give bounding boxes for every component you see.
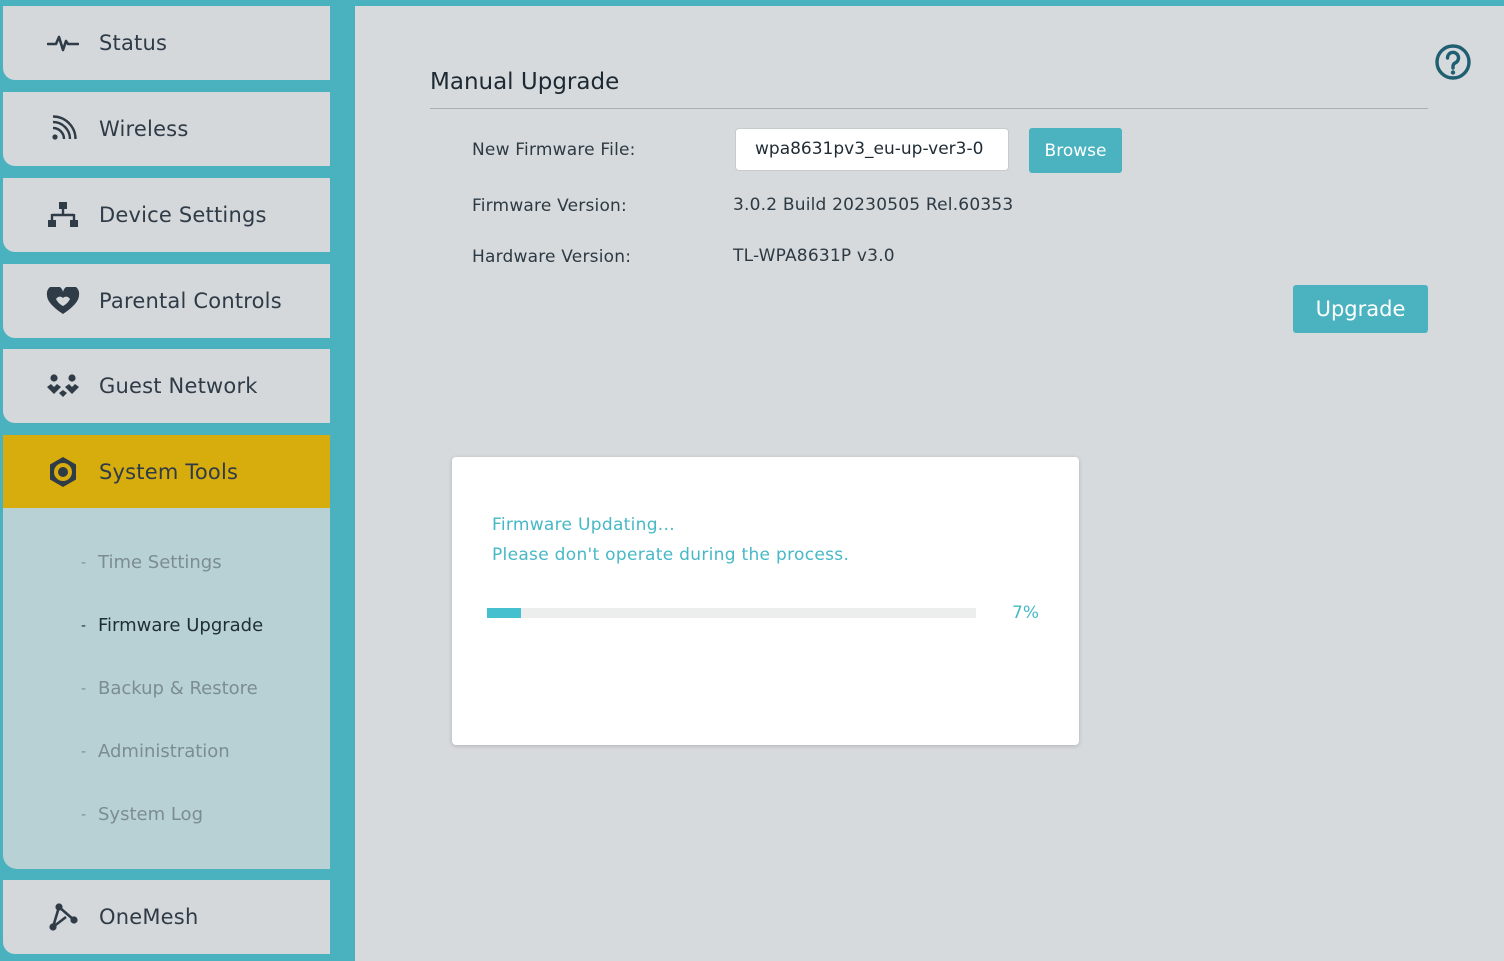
- bullet-dash: -: [81, 554, 87, 571]
- nav-item-status[interactable]: Status: [3, 6, 330, 80]
- progress-percent: 7%: [1012, 603, 1039, 623]
- network-icon: [45, 197, 81, 233]
- nav-item-onemesh[interactable]: OneMesh: [3, 880, 330, 954]
- submenu-item-backup-restore[interactable]: - Backup & Restore: [81, 678, 258, 699]
- nav-item-system-tools[interactable]: System Tools: [3, 435, 330, 509]
- pulse-icon: [45, 25, 81, 61]
- hardware-version-value: TL-WPA8631P v3.0: [733, 246, 895, 266]
- gear-icon: [45, 454, 81, 490]
- submenu-label-time-settings: Time Settings: [98, 552, 222, 573]
- nav-item-device-settings[interactable]: Device Settings: [3, 178, 330, 252]
- bullet-dash: -: [81, 680, 87, 697]
- submenu-label-firmware-upgrade: Firmware Upgrade: [98, 615, 264, 636]
- mesh-icon: [45, 899, 81, 935]
- updating-message: Firmware Updating...: [492, 515, 675, 535]
- sidebar: Status Wireless Device Settings Parental…: [0, 0, 355, 961]
- submenu-item-time-settings[interactable]: - Time Settings: [81, 552, 222, 573]
- nav-label-wireless: Wireless: [99, 117, 189, 141]
- nav-item-wireless[interactable]: Wireless: [3, 92, 330, 166]
- progress-bar: [487, 608, 976, 618]
- nav-item-guest-network[interactable]: Guest Network: [3, 349, 330, 423]
- system-tools-submenu: - Time Settings - Firmware Upgrade - Bac…: [3, 508, 330, 869]
- section-divider: [430, 108, 1428, 109]
- progress-bar-fill: [487, 608, 522, 618]
- nav-label-device-settings: Device Settings: [99, 203, 267, 227]
- nav-label-guest-network: Guest Network: [99, 374, 258, 398]
- submenu-label-backup-restore: Backup & Restore: [98, 678, 258, 699]
- new-firmware-file-label: New Firmware File:: [472, 140, 636, 160]
- submenu-label-system-log: System Log: [98, 804, 203, 825]
- bullet-dash: -: [81, 806, 87, 823]
- submenu-label-administration: Administration: [98, 741, 230, 762]
- wifi-icon: [45, 111, 81, 147]
- firmware-version-label: Firmware Version:: [472, 196, 627, 216]
- help-icon[interactable]: [1433, 42, 1473, 82]
- bullet-dash: -: [81, 743, 87, 760]
- firmware-progress-dialog: Firmware Updating... Please don't operat…: [452, 457, 1079, 745]
- nav-label-parental-controls: Parental Controls: [99, 289, 282, 313]
- warning-message: Please don't operate during the process.: [492, 545, 850, 565]
- guests-icon: [45, 368, 81, 404]
- submenu-item-administration[interactable]: - Administration: [81, 741, 230, 762]
- submenu-item-system-log[interactable]: - System Log: [81, 804, 203, 825]
- firmware-file-input[interactable]: wpa8631pv3_eu-up-ver3-0: [735, 128, 1009, 171]
- upgrade-button[interactable]: Upgrade: [1293, 285, 1428, 333]
- nav-label-onemesh: OneMesh: [99, 905, 199, 929]
- nav-label-system-tools: System Tools: [99, 460, 239, 484]
- nav-label-status: Status: [99, 31, 168, 55]
- section-title: Manual Upgrade: [430, 69, 620, 95]
- firmware-version-value: 3.0.2 Build 20230505 Rel.60353: [733, 195, 1014, 215]
- browse-button[interactable]: Browse: [1029, 128, 1122, 173]
- submenu-item-firmware-upgrade[interactable]: - Firmware Upgrade: [81, 615, 263, 636]
- nav-item-parental-controls[interactable]: Parental Controls: [3, 264, 330, 338]
- bullet-dash: -: [81, 617, 87, 634]
- hardware-version-label: Hardware Version:: [472, 247, 632, 267]
- heart-icon: [45, 283, 81, 319]
